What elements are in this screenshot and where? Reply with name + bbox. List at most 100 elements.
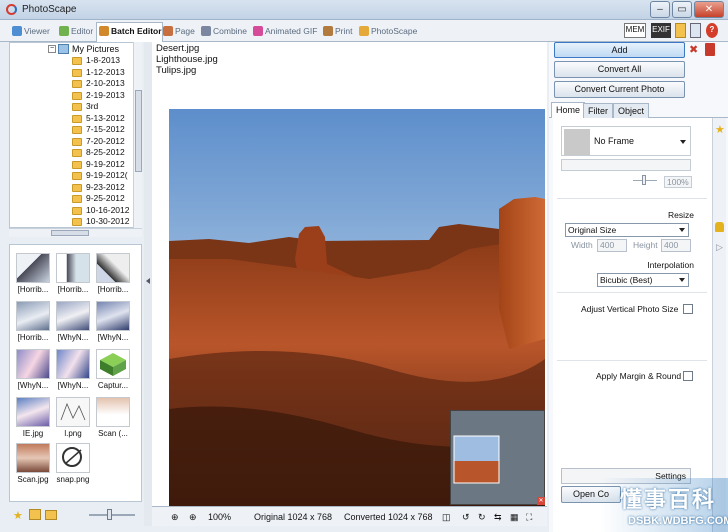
folder-icon (72, 160, 82, 169)
open-folder-icon[interactable] (45, 510, 57, 520)
tree-folder[interactable]: 1-12-2013 (72, 67, 125, 79)
navigator-minimap[interactable]: ✕ (450, 410, 545, 505)
tree-folder[interactable]: 10-30-2012 (72, 216, 129, 227)
favorite-star-icon[interactable]: ★ (715, 123, 725, 136)
gallery-item[interactable]: snap.png (54, 441, 92, 487)
my-pictures-icon (58, 44, 69, 54)
convert-all-button[interactable]: Convert All (554, 61, 685, 78)
tree-folder[interactable]: 5-13-2012 (72, 113, 125, 125)
slider-handle[interactable] (107, 509, 112, 520)
delete-icon[interactable] (705, 43, 715, 56)
tab-filter[interactable]: Filter (583, 103, 613, 118)
tab-combine[interactable]: Combine (199, 23, 247, 41)
tree-vertical-scrollbar[interactable] (133, 42, 142, 228)
aspect-icon[interactable]: ▷ (716, 242, 723, 253)
collapse-left-icon[interactable] (146, 278, 150, 284)
tab-animated-gif[interactable]: Animated GIF (251, 23, 317, 41)
adjust-vertical-checkbox[interactable] (683, 304, 693, 314)
margin-round-checkbox[interactable] (683, 371, 693, 381)
scroll-thumb[interactable] (51, 230, 89, 236)
gallery-item[interactable]: [WhyN... (14, 347, 52, 393)
page-icon (163, 26, 173, 36)
tree-folder[interactable]: 9-25-2012 (72, 193, 125, 205)
tree-folder[interactable]: 2-10-2013 (72, 78, 125, 90)
panel-scrollbar[interactable]: ★ ▷ (713, 118, 726, 532)
tab-photoscape[interactable]: PhotoScape (357, 23, 417, 41)
tree-folder[interactable]: 9-19-2012( (72, 170, 128, 182)
convert-current-button[interactable]: Convert Current Photo (554, 81, 685, 98)
gallery-item[interactable]: l.png (54, 395, 92, 441)
gallery-item[interactable]: Captur... (94, 347, 132, 393)
tab-print[interactable]: Print (321, 23, 352, 41)
tab-batch-editor[interactable]: Batch Editor (96, 22, 163, 42)
gallery-item[interactable]: Scan.jpg (14, 441, 52, 487)
rotate-left-icon[interactable]: ↺ (462, 510, 470, 524)
watermark-text: 懂事百科 (620, 488, 717, 513)
folder-icon[interactable] (675, 23, 686, 38)
tab-home[interactable]: Home (551, 102, 586, 118)
divider (557, 360, 707, 361)
tree-root-label[interactable]: My Pictures (72, 43, 119, 55)
tree-folder[interactable]: 8-25-2012 (72, 147, 125, 159)
width-field[interactable]: 400 (597, 239, 627, 252)
interpolation-select[interactable]: Bicubic (Best) (597, 273, 689, 287)
slider-handle[interactable] (642, 175, 646, 185)
close-button[interactable]: ✕ (694, 1, 724, 18)
help-icon[interactable]: ? (706, 23, 718, 38)
gallery-item[interactable]: [Horrib... (14, 299, 52, 345)
zoom-fit-icon[interactable]: ⊕ (171, 510, 183, 524)
gallery-item[interactable]: [WhyN... (94, 299, 132, 345)
frame-option-bar[interactable] (561, 159, 691, 171)
panel-splitter[interactable] (144, 42, 152, 526)
thumbnail-size-slider[interactable] (89, 514, 135, 516)
combine-icon (201, 26, 211, 36)
resize-select[interactable]: Original Size (565, 223, 689, 237)
flip-icon[interactable]: ⇆ (494, 510, 502, 524)
gallery-item[interactable]: [WhyN... (54, 347, 92, 393)
file-list: Desert.jpg Lighthouse.jpg Tulips.jpg (152, 42, 547, 104)
tree-folder[interactable]: 7-15-2012 (72, 124, 125, 136)
gallery-item[interactable]: [Horrib... (94, 251, 132, 297)
memory-icon[interactable]: MEM (624, 23, 646, 38)
tree-folder[interactable]: 3rd (72, 101, 98, 113)
tree-folder[interactable]: 10-16-2012 (72, 205, 129, 217)
tab-page[interactable]: Page (161, 23, 195, 41)
rotate-right-icon[interactable]: ↻ (478, 510, 486, 524)
tree-horizontal-scrollbar[interactable] (9, 228, 142, 237)
gallery-item[interactable]: [WhyN... (54, 299, 92, 345)
animated-gif-icon (253, 26, 263, 36)
close-navigator-icon[interactable]: ✕ (537, 497, 545, 505)
remove-icon[interactable]: ✖ (689, 43, 698, 56)
scroll-thumb[interactable] (135, 90, 142, 172)
add-button[interactable]: Add (554, 42, 685, 58)
frame-selector[interactable]: No Frame (561, 126, 691, 156)
viewer-icon (12, 26, 22, 36)
compare-icon[interactable]: ◫ (442, 510, 451, 524)
tree-folder[interactable]: 1-8-2013 (72, 55, 120, 67)
refresh-folder-icon[interactable] (29, 509, 41, 520)
copy-icon[interactable] (690, 23, 701, 38)
grid-icon[interactable]: ▦ (510, 510, 519, 524)
fullscreen-icon[interactable]: ⛶ (526, 510, 532, 524)
star-icon[interactable]: ★ (13, 509, 23, 522)
maximize-button[interactable]: ▭ (672, 1, 692, 18)
tree-folder[interactable]: 2-19-2013 (72, 90, 125, 102)
gallery-item[interactable]: IE.jpg (14, 395, 52, 441)
interpolation-label: Interpolation (647, 260, 694, 270)
tree-folder[interactable]: 9-23-2012 (72, 182, 125, 194)
minimize-button[interactable]: – (650, 1, 670, 18)
file-item[interactable]: Tulips.jpg (156, 65, 196, 77)
height-field[interactable]: 400 (661, 239, 691, 252)
tab-object[interactable]: Object (613, 103, 650, 118)
gallery-item[interactable]: [Horrib... (14, 251, 52, 297)
tree-folder[interactable]: 7-20-2012 (72, 136, 125, 148)
tree-folder[interactable]: 9-19-2012 (72, 159, 125, 171)
gallery-item[interactable]: [Horrib... (54, 251, 92, 297)
exif-icon[interactable]: EXIF (651, 23, 671, 38)
tab-editor[interactable]: Editor (57, 23, 93, 41)
zoom-in-icon[interactable]: ⊕ (189, 510, 201, 524)
gallery-item[interactable]: Scan (... (94, 395, 132, 441)
preset-icon[interactable] (715, 222, 724, 232)
tab-viewer[interactable]: Viewer (10, 23, 50, 41)
collapse-toggle-icon[interactable]: − (48, 45, 56, 53)
